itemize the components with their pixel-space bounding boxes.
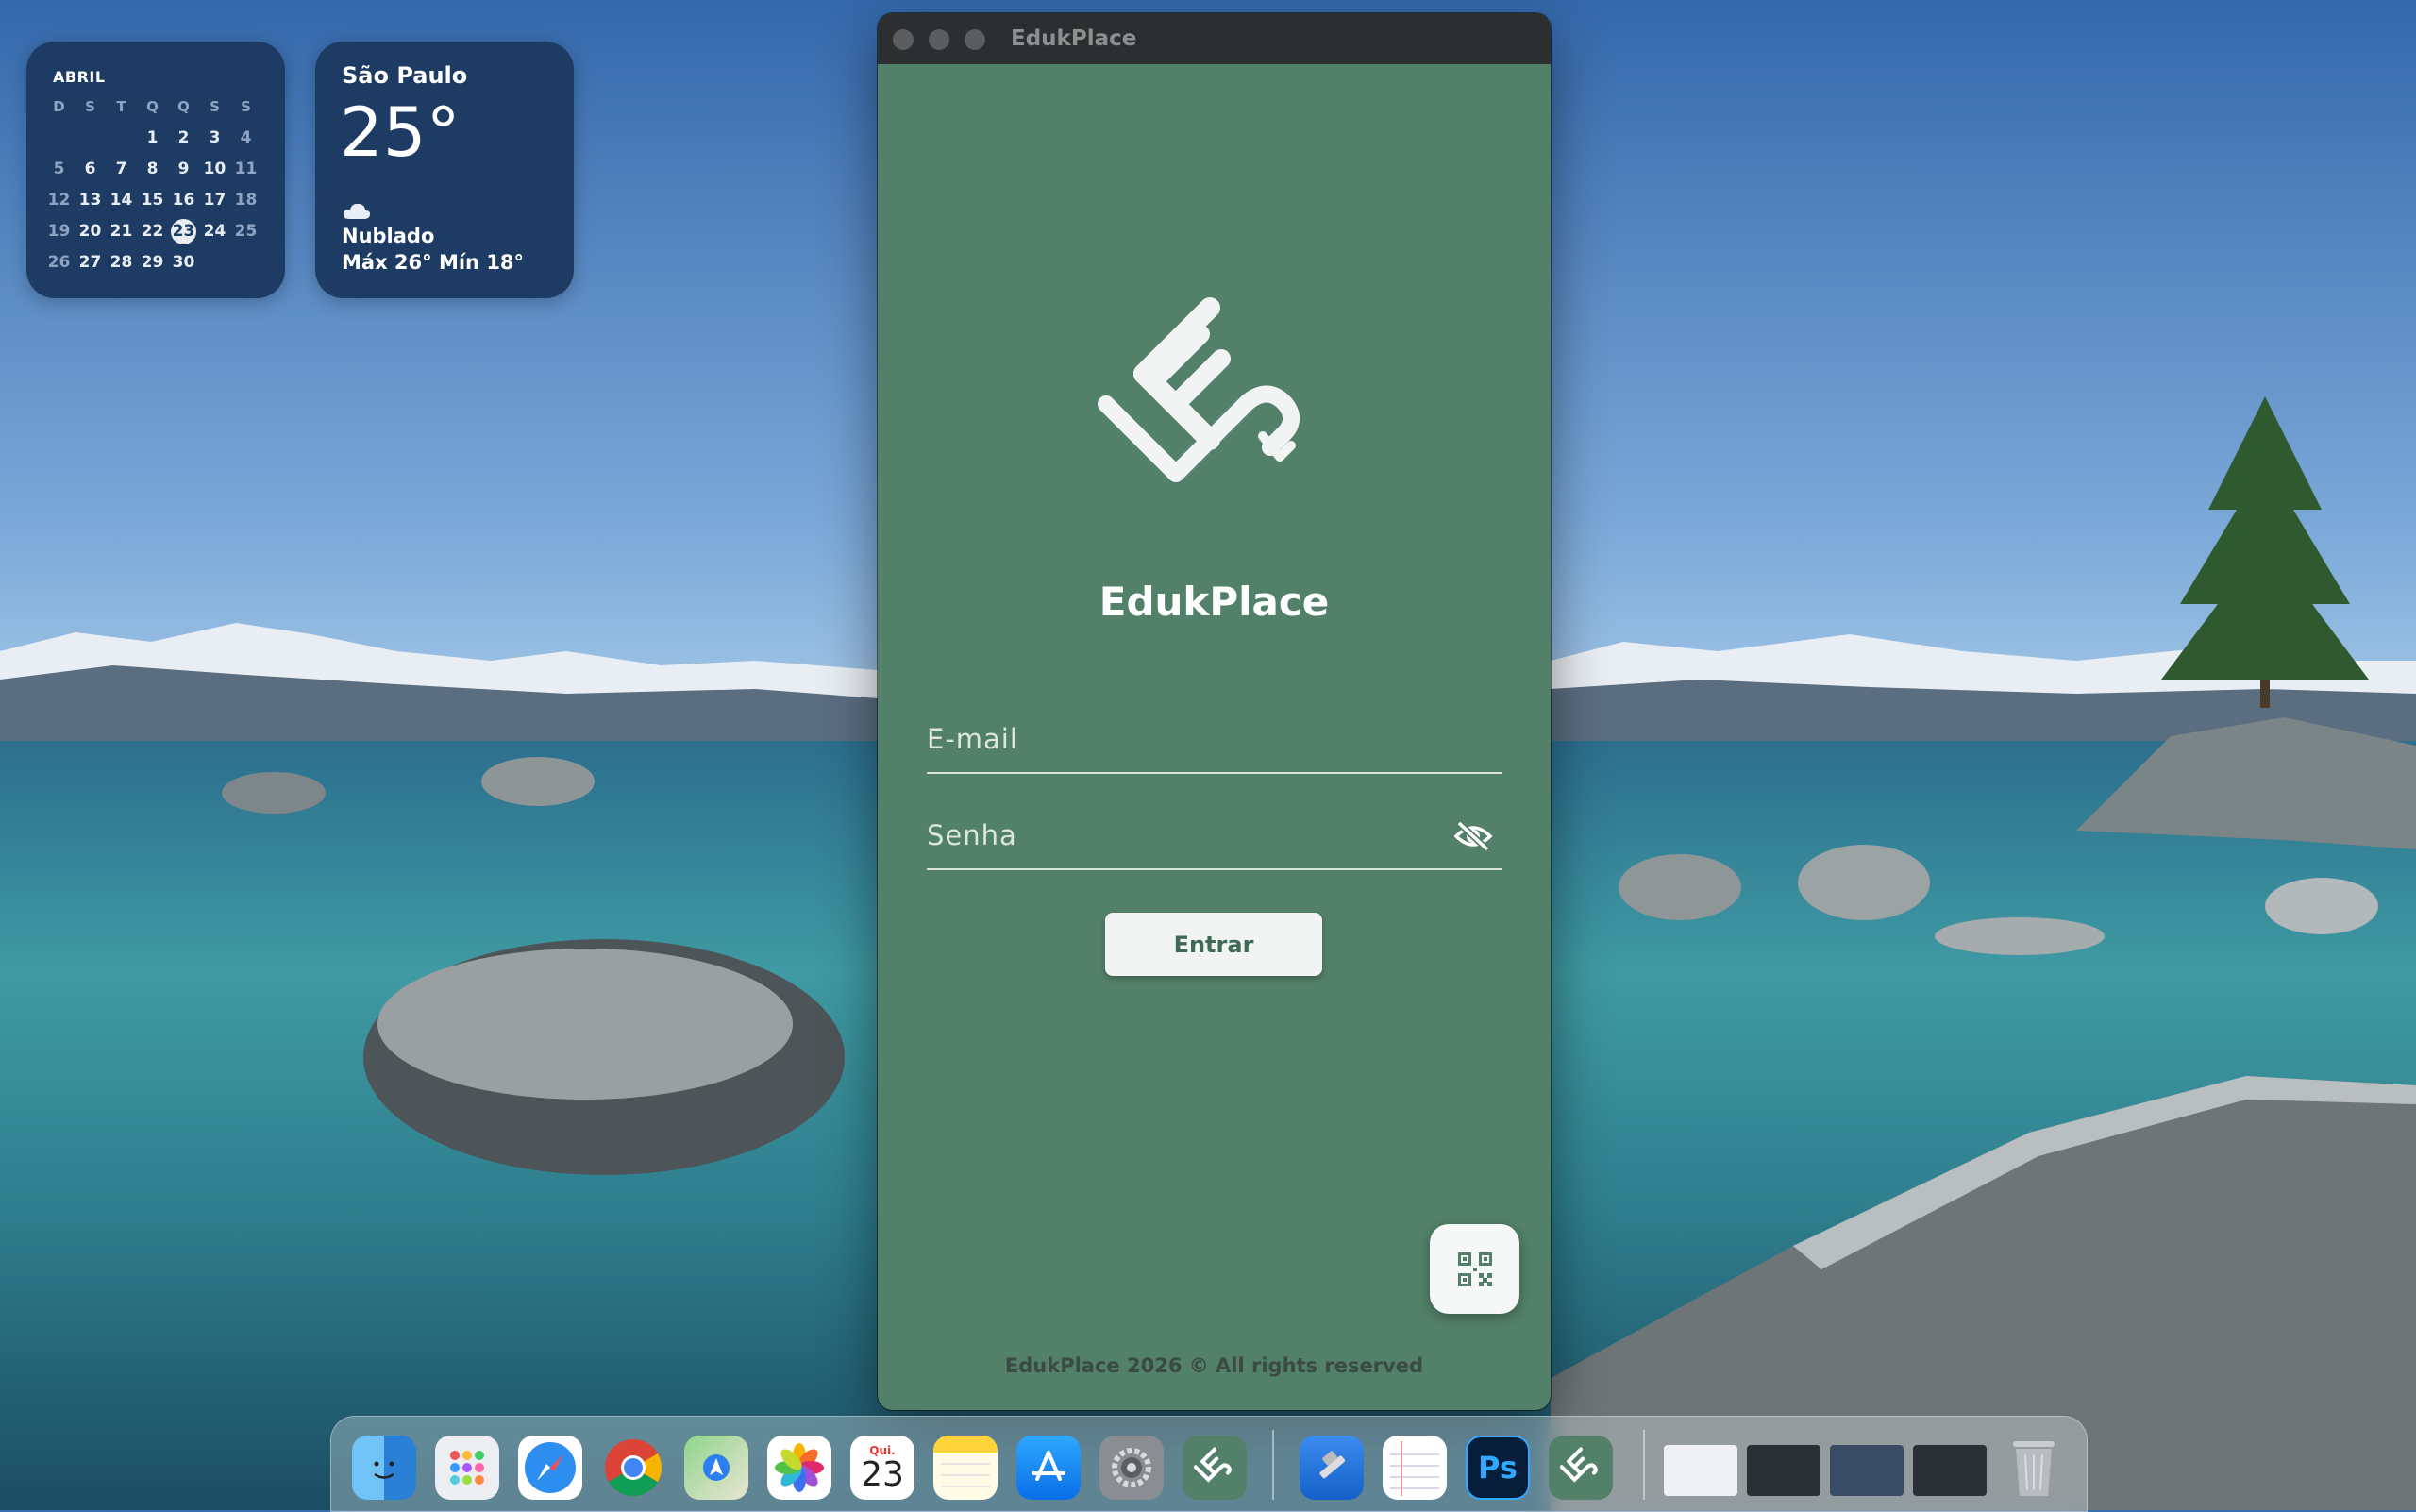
- edukplace-icon[interactable]: [1183, 1436, 1247, 1500]
- calendar-day: 3: [209, 128, 221, 147]
- calendar-day: 21: [109, 222, 133, 241]
- minimized-window-thumbnail[interactable]: [1830, 1445, 1904, 1496]
- password-input[interactable]: [927, 802, 1502, 868]
- calendar-weekday-header: D: [53, 98, 65, 115]
- calendar-widget[interactable]: ABRIL D S T Q Q S S 1 2 3 4 5 6 7 8 9 10 11 12 13 14 15 16 17 18…: [26, 42, 285, 298]
- app-store-icon[interactable]: [1016, 1436, 1081, 1500]
- photoshop-icon[interactable]: Ps: [1466, 1436, 1530, 1500]
- dock: Qui. 23 Ps: [330, 1416, 2088, 1512]
- login-screen: EdukPlace Entrar: [878, 64, 1551, 1410]
- calendar-day: 17: [203, 191, 226, 210]
- calendar-day: 8: [146, 160, 159, 178]
- calendar-today: 23: [171, 219, 196, 244]
- footer-text: EdukPlace 2026 © All rights reserved: [1004, 1354, 1424, 1377]
- cloud-icon: [343, 203, 371, 219]
- weather-range: Máx 26° Mín 18°: [342, 251, 525, 274]
- calendar-weekday-header: S: [85, 98, 95, 115]
- trash-icon[interactable]: [2002, 1436, 2066, 1500]
- calendar-weekday-header: Q: [177, 98, 190, 115]
- calendar-day: 7: [115, 160, 127, 178]
- calendar-day: 11: [234, 160, 258, 178]
- calendar-month: ABRIL: [53, 68, 106, 86]
- edukplace-running-icon[interactable]: [1549, 1436, 1613, 1500]
- maps-icon[interactable]: [684, 1436, 748, 1500]
- calendar-icon[interactable]: Qui. 23: [850, 1436, 914, 1500]
- app-name-heading: EdukPlace: [1099, 579, 1330, 625]
- close-window-button[interactable]: [893, 29, 914, 50]
- eye-off-icon[interactable]: [1453, 819, 1493, 853]
- dock-separator: [1643, 1430, 1645, 1500]
- calendar-grid: D S T Q Q S S 1 2 3 4 5 6 7 8 9 10 11 12 13 14 15 16 17 18 19 20 21…: [43, 94, 261, 276]
- calendar-day: [106, 126, 137, 151]
- calendar-day: [230, 250, 261, 276]
- calendar-weekday-header: Q: [146, 98, 159, 115]
- calendar-day: [199, 250, 230, 276]
- calendar-icon-day: 23: [861, 1455, 904, 1494]
- window-titlebar[interactable]: EdukPlace: [878, 13, 1551, 64]
- calendar-day: 18: [234, 191, 258, 210]
- calendar-day: 5: [53, 160, 65, 178]
- window-title: EdukPlace: [1011, 26, 1137, 51]
- calendar-day: 1: [146, 128, 159, 147]
- textedit-icon[interactable]: [1383, 1436, 1447, 1500]
- email-input[interactable]: [927, 706, 1502, 772]
- weather-widget[interactable]: São Paulo 25° Nublado Máx 26° Mín 18°: [315, 42, 574, 298]
- calendar-weekday-header: T: [116, 98, 126, 115]
- qr-code-button[interactable]: [1430, 1224, 1519, 1314]
- minimized-window-thumbnail[interactable]: [1747, 1445, 1820, 1496]
- calendar-weekday-header: S: [241, 98, 251, 115]
- photoshop-label: Ps: [1478, 1450, 1518, 1486]
- calendar-day: 10: [203, 160, 226, 178]
- dock-separator: [1272, 1430, 1274, 1500]
- calendar-day: 2: [177, 128, 190, 147]
- launchpad-icon[interactable]: [435, 1436, 499, 1500]
- calendar-day: [75, 126, 106, 151]
- calendar-day: 25: [234, 222, 258, 241]
- safari-icon[interactable]: [518, 1436, 582, 1500]
- weather-condition: Nublado: [342, 225, 435, 247]
- edukplace-logo-icon: [1098, 297, 1300, 482]
- weather-city: São Paulo: [342, 62, 468, 89]
- calendar-day: 20: [78, 222, 102, 241]
- calendar-day: 16: [172, 191, 195, 210]
- calendar-day: [43, 126, 75, 151]
- calendar-day: 27: [78, 253, 102, 272]
- zoom-window-button[interactable]: [965, 29, 985, 50]
- calendar-day: 12: [47, 191, 71, 210]
- calendar-day: 15: [141, 191, 164, 210]
- calendar-day: 30: [172, 253, 195, 272]
- calendar-day: 6: [84, 160, 96, 178]
- email-field[interactable]: [927, 706, 1502, 774]
- minimized-window-thumbnail[interactable]: [1664, 1445, 1737, 1496]
- weather-temperature: 25°: [340, 92, 461, 172]
- notes-icon[interactable]: [933, 1436, 998, 1500]
- calendar-day: 24: [203, 222, 226, 241]
- system-settings-icon[interactable]: [1099, 1436, 1164, 1500]
- minimize-window-button[interactable]: [929, 29, 949, 50]
- calendar-day: 26: [47, 253, 71, 272]
- xcode-icon[interactable]: [1300, 1436, 1364, 1500]
- calendar-day: 19: [47, 222, 71, 241]
- calendar-day: 22: [141, 222, 164, 241]
- calendar-weekday-header: S: [210, 98, 220, 115]
- calendar-day: 28: [109, 253, 133, 272]
- qr-code-icon: [1457, 1252, 1492, 1286]
- finder-icon[interactable]: [352, 1436, 416, 1500]
- minimized-window-thumbnail[interactable]: [1913, 1445, 1987, 1496]
- edukplace-window: EdukPlace EdukPlace E-mail Entrar EdukPl…: [878, 13, 1551, 1410]
- calendar-day: 4: [240, 128, 252, 147]
- photos-icon[interactable]: [767, 1436, 831, 1500]
- password-field[interactable]: [927, 802, 1502, 870]
- login-button[interactable]: Entrar: [1105, 913, 1322, 976]
- calendar-day: 14: [109, 191, 133, 210]
- calendar-day: 9: [177, 160, 190, 178]
- calendar-day: 29: [141, 253, 164, 272]
- calendar-day: 13: [78, 191, 102, 210]
- chrome-icon[interactable]: [601, 1436, 665, 1500]
